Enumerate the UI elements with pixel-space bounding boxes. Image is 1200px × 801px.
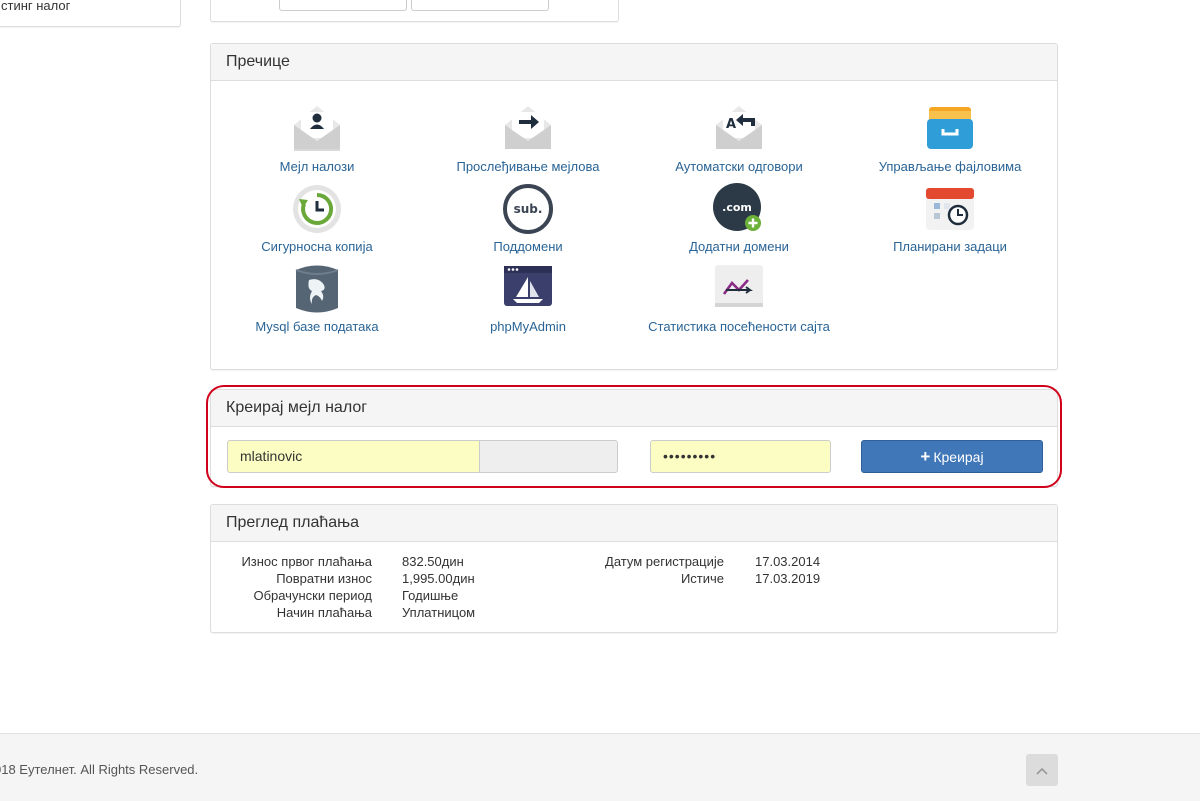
shortcut-label: Планирани задаци [893,239,1007,254]
top-panel [210,0,619,22]
shortcut-label: phpMyAdmin [490,319,566,334]
shortcut-label: Прослеђивање мејлова [456,159,600,174]
shortcut-autoresponders[interactable]: A Аутоматски одговори [634,103,844,175]
shortcut-email-accounts[interactable]: Мејл налози [212,103,422,175]
email-username-input[interactable]: mlatinovic [227,440,480,473]
shortcut-label: Аутоматски одговори [675,159,803,174]
svg-text:A: A [726,117,736,132]
sidebar-item-hosting-account[interactable]: стинг налог [1,0,70,13]
shortcut-addon-domains[interactable]: .com Додатни домени [634,183,844,255]
calendar-clock-icon [926,188,974,230]
mysql-database-icon [295,265,339,313]
payment-label: Начин плаћања [276,605,372,620]
shortcut-mysql[interactable]: Mysql базе података [212,263,422,335]
payment-value: 1,995.00дин [402,571,475,586]
payment-overview-panel: Преглед плаћања Износ првог плаћања 832.… [210,504,1058,633]
shortcut-label: Мејл налози [279,159,355,174]
payment-overview-title: Преглед плаћања [211,505,1057,542]
top-panel-input[interactable] [279,0,407,11]
scroll-to-top-button[interactable] [1026,754,1058,786]
shortcut-site-statistics[interactable]: Статистика посећености сајта [634,263,844,335]
subdomain-icon: sub. [503,184,553,234]
payment-label: Истиче [680,571,724,586]
plus-icon: + [920,447,931,466]
payment-value: 832.50дин [402,554,464,569]
chevron-up-icon [1036,768,1048,775]
site-stats-icon [715,265,763,307]
shortcut-file-manager[interactable]: Управљање фајловима [845,103,1055,175]
shortcut-subdomains[interactable]: sub. Поддомени [423,183,633,255]
payment-label: Износ првог плаћања [241,554,372,569]
create-email-button-label: Креирај [933,449,984,465]
shortcut-phpmyadmin[interactable]: phpMyAdmin [423,263,633,335]
payment-value: Уплатницом [402,605,476,620]
shortcut-label: Додатни домени [689,239,789,254]
payment-label: Повратни износ [276,571,372,586]
file-manager-icon [927,107,973,149]
shortcut-label: Mysql базе података [255,319,379,334]
create-email-panel: Креирај мејл налог mlatinovic ••••••••• … [210,389,1058,487]
shortcut-cron-jobs[interactable]: Планирани задаци [845,183,1055,255]
envelope-user-icon [294,106,340,151]
shortcuts-panel: Пречице Мејл налози Прослеђивање мејлова [210,43,1058,370]
svg-text:sub.: sub. [514,202,543,216]
addon-domain-icon: .com [713,183,761,231]
envelope-autoreply-icon: A [716,106,762,149]
shortcut-email-forwarding[interactable]: Прослеђивање мејлова [423,103,633,175]
svg-text:.com: .com [722,201,752,214]
shortcut-label: Поддомени [493,239,563,254]
payment-label: Обрачунски период [253,588,372,603]
envelope-forward-icon [505,106,551,149]
shortcut-label: Сигурносна копија [261,239,373,254]
payment-value: 17.03.2014 [755,554,821,569]
top-panel-button[interactable] [411,0,549,11]
footer: 018 Еутелнет. All Rights Reserved. [0,733,1200,801]
phpmyadmin-icon [504,266,552,306]
email-password-input[interactable]: ••••••••• [650,440,831,473]
payment-value: Годишње [402,588,459,603]
shortcuts-title: Пречице [211,44,1057,81]
create-email-title: Креирај мејл налог [211,390,1057,427]
create-email-button[interactable]: + Креирај [861,440,1043,473]
shortcut-label: Управљање фајловима [878,159,1022,174]
footer-copyright: 018 Еутелнет. All Rights Reserved. [0,762,199,777]
sidebar-panel: стинг налог [0,0,181,27]
backup-icon [293,185,341,233]
shortcut-label: Статистика посећености сајта [648,319,830,334]
payment-label: Датум регистрације [605,554,724,569]
shortcut-backup[interactable]: Сигурносна копија [212,183,422,255]
email-domain-addon [479,440,618,473]
payment-value: 17.03.2019 [755,571,821,586]
